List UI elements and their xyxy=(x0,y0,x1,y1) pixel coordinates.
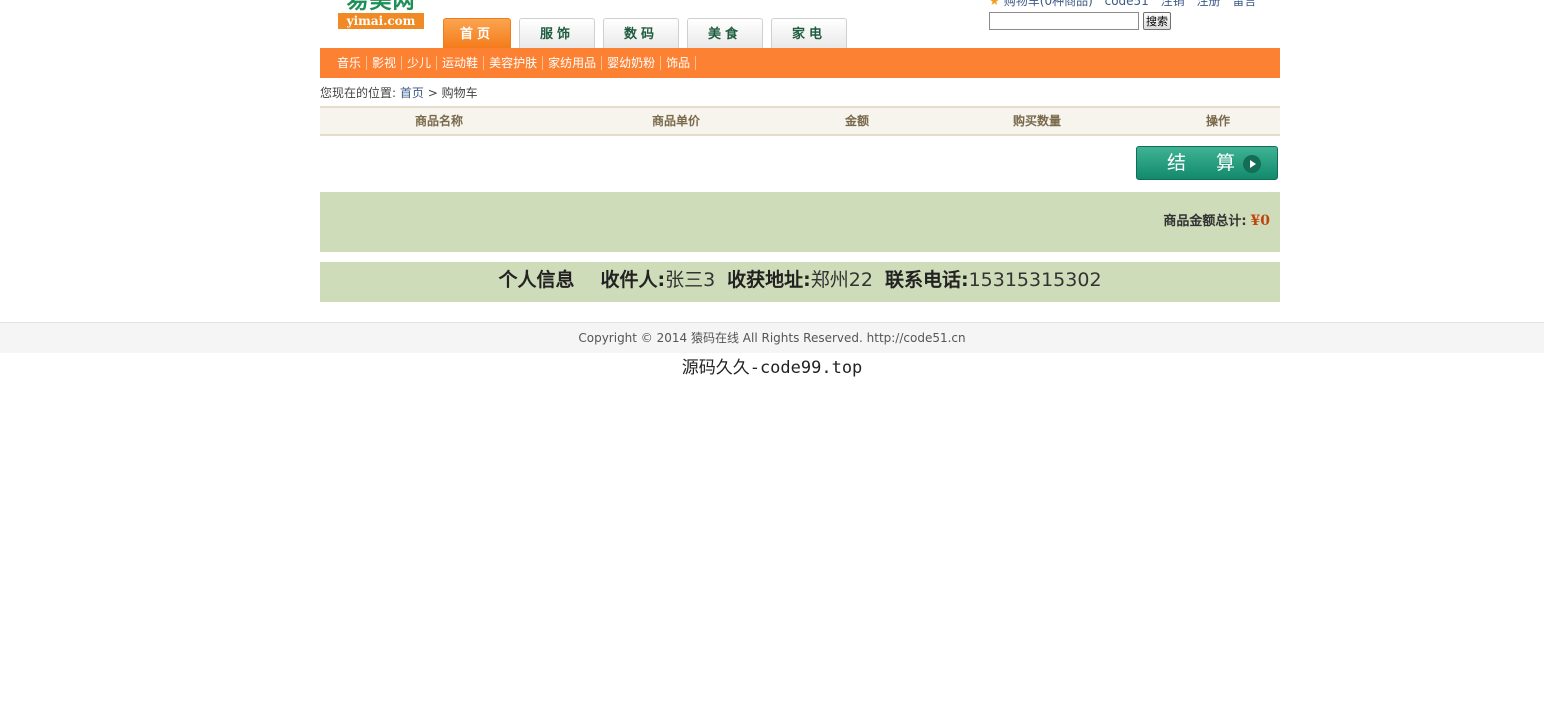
category-sneakers[interactable]: 运动鞋 xyxy=(437,56,485,70)
breadcrumb-prefix: 您现在的位置: xyxy=(320,86,397,100)
site-header: 易美网 yimai.com 首页 服饰 数码 美食 家电 ★购物车(0种商品) … xyxy=(320,0,1280,48)
breadcrumb-current: 购物车 xyxy=(441,86,478,100)
order-summary: 商品金额总计: ¥0 xyxy=(320,192,1280,252)
breadcrumb-home-link[interactable]: 首页 xyxy=(400,86,424,100)
tab-appliances[interactable]: 家电 xyxy=(771,18,847,48)
register-link[interactable]: 注册 xyxy=(1196,0,1220,8)
main-nav: 首页 服饰 数码 美食 家电 xyxy=(443,18,855,48)
logo-chinese-text: 易美网 xyxy=(338,0,424,12)
personal-info: 个人信息 收件人:张三3 收获地址:郑州22 联系电话:15315315302 xyxy=(320,262,1280,302)
watermark-text: 源码久久-code99.top xyxy=(681,358,863,378)
column-amount: 金额 xyxy=(844,114,870,128)
copyright-text: Copyright © 2014 猿码在线 All Rights Reserve… xyxy=(578,331,966,345)
search-input[interactable] xyxy=(989,12,1139,30)
username-link[interactable]: code51 xyxy=(1105,0,1149,8)
checkout-button[interactable]: 结 算 xyxy=(1136,146,1278,180)
total-amount: ¥0 xyxy=(1250,213,1270,229)
category-movies[interactable]: 影视 xyxy=(367,56,403,70)
address-label: 收获地址: xyxy=(727,269,811,291)
recipient-value: 张三3 xyxy=(665,269,716,291)
tab-clothing[interactable]: 服饰 xyxy=(519,18,595,48)
recipient-label: 收件人: xyxy=(600,269,666,291)
search-bar: 搜索 xyxy=(989,12,1171,30)
breadcrumb-separator: > xyxy=(427,86,438,100)
total-line: 商品金额总计: ¥0 xyxy=(1163,210,1270,229)
page-wrapper: 易美网 yimai.com 首页 服饰 数码 美食 家电 ★购物车(0种商品) … xyxy=(320,0,1280,302)
site-footer: Copyright © 2014 猿码在线 All Rights Reserve… xyxy=(0,322,1544,353)
column-quantity: 购买数量 xyxy=(1012,114,1062,128)
address-value: 郑州22 xyxy=(810,269,873,291)
column-product-name: 商品名称 xyxy=(414,114,464,128)
category-nav: 音乐 影视 少儿 运动鞋 美容护肤 家纺用品 婴幼奶粉 饰品 xyxy=(320,48,1280,78)
column-actions: 操作 xyxy=(1205,114,1231,128)
cart-star-icon: ★ xyxy=(989,0,1000,8)
category-beauty[interactable]: 美容护肤 xyxy=(484,56,544,70)
tab-home[interactable]: 首页 xyxy=(443,18,511,48)
site-logo[interactable]: 易美网 yimai.com xyxy=(338,0,424,30)
phone-value: 15315315302 xyxy=(968,269,1102,291)
tab-digital[interactable]: 数码 xyxy=(603,18,679,48)
category-baby-formula[interactable]: 婴幼奶粉 xyxy=(602,56,662,70)
total-label: 商品金额总计: xyxy=(1163,214,1247,229)
tab-food[interactable]: 美食 xyxy=(687,18,763,48)
search-button[interactable]: 搜索 xyxy=(1143,12,1171,30)
user-links: ★ 购物车(0种商品) code51 注销 注册 留言 xyxy=(989,0,1289,8)
personal-info-title: 个人信息 xyxy=(498,269,575,291)
column-unit-price: 商品单价 xyxy=(651,114,701,128)
logout-link[interactable]: 注销 xyxy=(1161,0,1185,8)
category-music[interactable]: 音乐 xyxy=(332,56,368,70)
category-jewelry[interactable]: 饰品 xyxy=(661,56,697,70)
category-kids[interactable]: 少儿 xyxy=(402,56,438,70)
message-link[interactable]: 留言 xyxy=(1232,0,1256,8)
checkout-button-label: 结 算 xyxy=(1167,152,1248,174)
phone-label: 联系电话: xyxy=(884,269,969,291)
checkout-row: 结 算 xyxy=(320,136,1280,192)
cart-link[interactable]: 购物车(0种商品) xyxy=(1004,0,1093,8)
logo-domain-text: yimai.com xyxy=(338,13,424,29)
play-arrow-icon xyxy=(1243,155,1261,173)
cart-table-header: 商品名称 商品单价 金额 购买数量 操作 xyxy=(320,106,1280,136)
category-home-textiles[interactable]: 家纺用品 xyxy=(543,56,603,70)
breadcrumb: 您现在的位置: 首页 > 购物车 xyxy=(320,78,1280,106)
